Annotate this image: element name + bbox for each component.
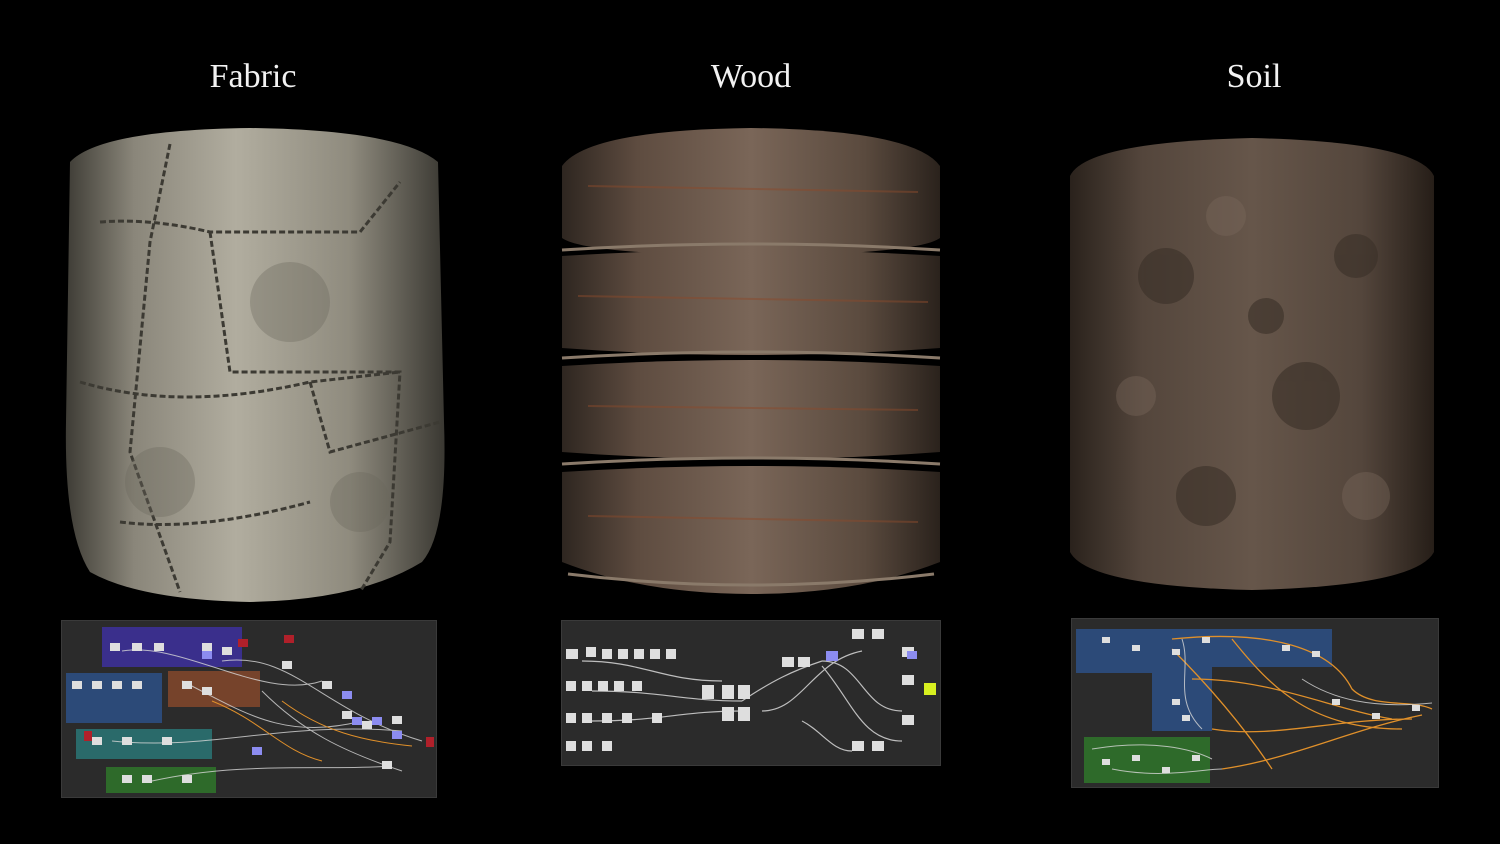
wood-cylinder-render — [561, 128, 941, 594]
fabric-column: Fabric — [23, 0, 483, 844]
soil-node-graph — [1071, 618, 1439, 788]
wood-node-graph — [561, 620, 941, 766]
fabric-title: Fabric — [209, 58, 297, 95]
wood-title: Wood — [710, 58, 792, 95]
soil-title: Soil — [1226, 58, 1282, 95]
soil-cylinder-render — [1070, 138, 1434, 590]
fabric-node-graph — [61, 620, 437, 798]
wood-column: Wood — [521, 0, 981, 844]
soil-column: Soil — [1024, 0, 1484, 844]
fabric-cylinder-render — [65, 128, 445, 602]
